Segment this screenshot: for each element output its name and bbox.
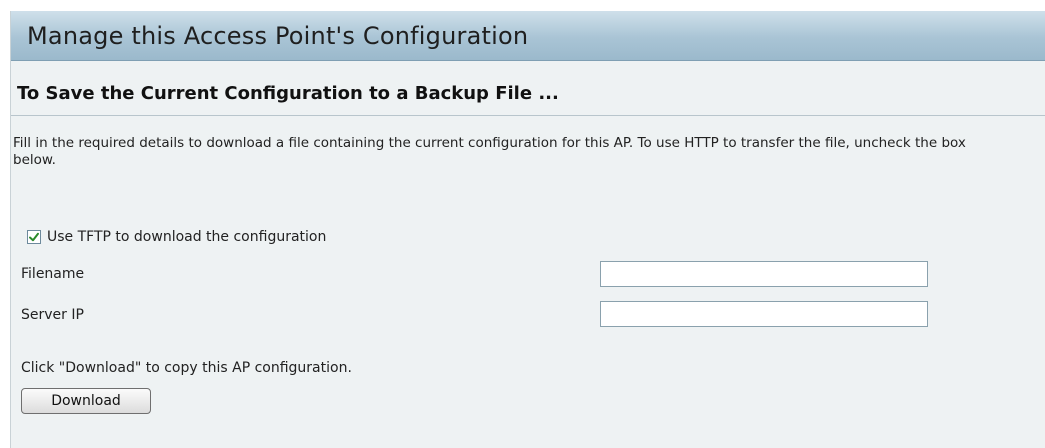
download-button[interactable]: Download: [21, 388, 151, 414]
config-panel: Manage this Access Point's Configuration…: [10, 11, 1045, 448]
filename-label: Filename: [21, 266, 85, 282]
section-title: To Save the Current Configuration to a B…: [17, 83, 559, 104]
checkmark-icon: [29, 232, 39, 242]
section-description: Fill in the required details to download…: [13, 135, 966, 168]
server-ip-label: Server IP: [21, 307, 84, 323]
panel-header: Manage this Access Point's Configuration: [11, 11, 1045, 61]
use-tftp-row: Use TFTP to download the configuration: [27, 229, 326, 245]
use-tftp-checkbox[interactable]: [27, 230, 41, 244]
page-title: Manage this Access Point's Configuration: [27, 21, 529, 50]
section-divider: [11, 115, 1045, 116]
download-hint: Click "Download" to copy this AP configu…: [21, 360, 352, 376]
server-ip-field[interactable]: [600, 301, 928, 327]
use-tftp-label: Use TFTP to download the configuration: [47, 229, 327, 245]
filename-field[interactable]: [600, 261, 928, 287]
